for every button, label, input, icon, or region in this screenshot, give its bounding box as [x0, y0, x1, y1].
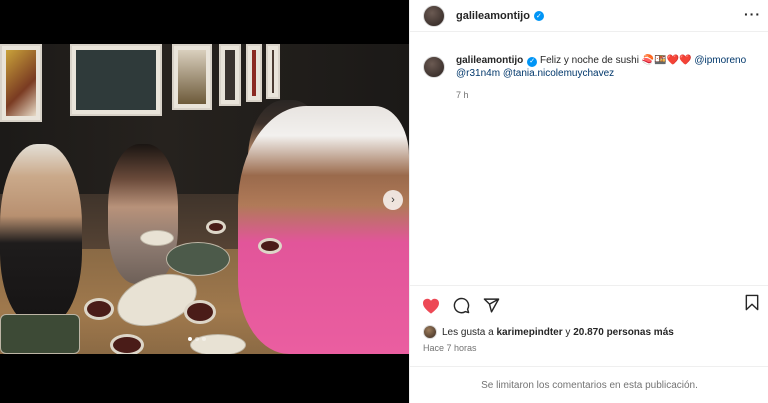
- post-media: ›: [0, 0, 409, 403]
- comment-button[interactable]: [452, 297, 470, 315]
- share-button[interactable]: [482, 297, 500, 315]
- photo-bowl: [110, 334, 144, 354]
- likes-count[interactable]: 20.870 personas más: [573, 327, 674, 338]
- caption-mention[interactable]: @ipmoreno: [694, 55, 746, 66]
- verified-badge-icon: ✓: [533, 10, 544, 21]
- instagram-post-view: › galileamontijo ✓ ··· galileamontijo ✓ F…: [0, 0, 768, 403]
- photo-artwork: [172, 44, 212, 110]
- photo-artwork: [219, 44, 241, 106]
- likes-prefix: Les gusta a: [442, 326, 494, 338]
- photo-artwork: [70, 44, 162, 116]
- carousel-indicator: [188, 337, 206, 341]
- save-button[interactable]: [744, 294, 762, 312]
- verified-badge-icon: ✓: [527, 56, 538, 67]
- photo-bowl: [84, 298, 114, 320]
- caption-text: Feliz y noche de sushi 🍣🍱❤️❤️: [540, 55, 692, 66]
- photo-bowl: [258, 238, 282, 254]
- photo-person: [0, 144, 82, 324]
- likes-middle: y: [565, 326, 571, 338]
- comments-limited-text: Se limitaron los comentarios en esta pub…: [481, 379, 698, 391]
- post-caption: galileamontijo ✓ Feliz y noche de sushi 🍣…: [423, 54, 763, 102]
- comment-icon: [453, 297, 469, 314]
- post-photo[interactable]: [0, 44, 409, 354]
- post-side-panel: galileamontijo ✓ ··· galileamontijo ✓ Fel…: [409, 0, 768, 403]
- photo-artwork: [246, 44, 262, 102]
- caption-mention[interactable]: @tania.nicolemuychavez: [503, 68, 614, 79]
- author-username[interactable]: galileamontijo: [456, 10, 530, 22]
- caption-username[interactable]: galileamontijo: [456, 55, 523, 66]
- send-icon: [483, 298, 499, 313]
- caption-mention[interactable]: @r31n4m: [456, 68, 500, 79]
- author-avatar[interactable]: [423, 4, 445, 27]
- photo-bowl: [206, 220, 226, 234]
- post-date[interactable]: Hace 7 horas: [423, 343, 477, 353]
- likes-summary: Les gusta a karimepindter y 20.870 perso…: [423, 325, 674, 339]
- carousel-dot: [188, 337, 192, 341]
- carousel-dot: [195, 337, 199, 341]
- photo-plate: [140, 230, 174, 246]
- liker-avatar[interactable]: [423, 325, 437, 339]
- photo-person: [238, 106, 409, 354]
- comments-limited-notice: Se limitaron los comentarios en esta pub…: [410, 366, 768, 403]
- caption-body: galileamontijo ✓ Feliz y noche de sushi 🍣…: [456, 54, 763, 102]
- bookmark-icon: [745, 294, 759, 311]
- post-header: galileamontijo ✓ ···: [410, 0, 768, 32]
- like-button[interactable]: [422, 297, 440, 315]
- more-options-icon[interactable]: ···: [744, 6, 761, 22]
- carousel-dot: [202, 337, 206, 341]
- photo-artwork: [266, 44, 280, 99]
- liker-username[interactable]: karimepindter: [497, 327, 563, 338]
- carousel-next-button[interactable]: ›: [383, 190, 403, 210]
- caption-avatar[interactable]: [423, 56, 445, 78]
- chevron-right-icon: ›: [391, 194, 395, 206]
- photo-sushi-tray: [0, 314, 80, 354]
- caption-timestamp[interactable]: 7 h: [456, 89, 763, 102]
- photo-plate: [166, 242, 230, 276]
- photo-artwork: [0, 44, 42, 122]
- photo-bowl: [184, 300, 216, 324]
- heart-filled-icon: [423, 298, 439, 314]
- post-actions: [410, 285, 768, 325]
